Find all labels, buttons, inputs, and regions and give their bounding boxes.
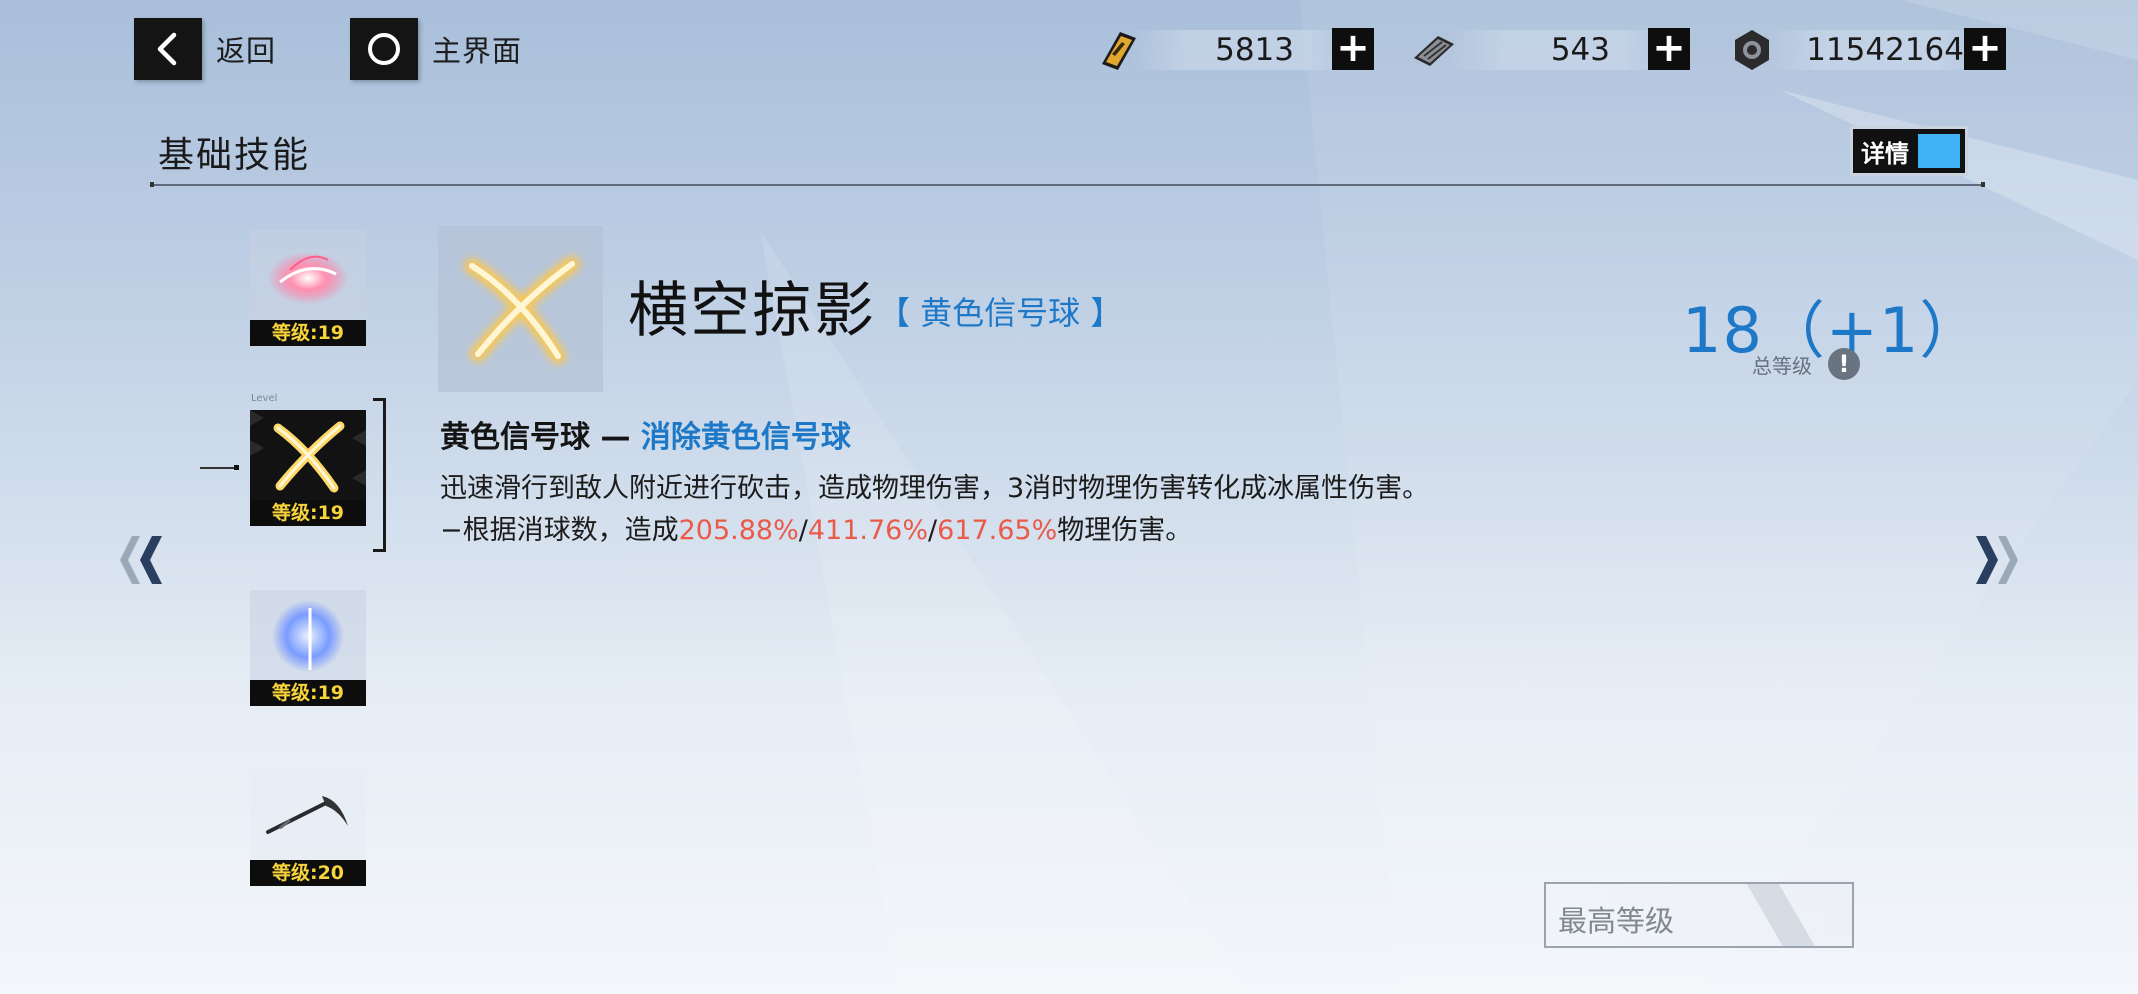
separator: / [798, 515, 808, 546]
skill-slot-4[interactable]: 等级:20 [250, 770, 366, 886]
skill-name: 横空掠影 [628, 276, 876, 346]
selected-skill-icon-frame [438, 226, 603, 392]
scythe-weapon-skill-icon [266, 796, 348, 834]
plus-icon: + [1652, 24, 1686, 71]
skill-level-label: 等级:19 [250, 320, 366, 346]
skill-orb-tag: 【 黄色信号球 】 [878, 294, 1123, 332]
previous-character-button[interactable] [118, 532, 170, 588]
skill-level-label: 等级:20 [250, 860, 366, 886]
section-divider [150, 182, 1985, 187]
max-level-label: 最高等级 [1558, 904, 1675, 938]
button-decoration [1722, 884, 1842, 946]
max-level-button[interactable]: 最高等级 [1544, 882, 1854, 948]
skill-slot-2-selected[interactable]: 等级:19 [250, 410, 366, 526]
damage-value-3: 617.65% [937, 515, 1058, 546]
desc-prefix: −根据消球数，造成 [440, 515, 679, 546]
pink-burst-skill-icon [268, 252, 348, 304]
golden-cross-slash-skill-icon [250, 410, 366, 493]
double-chevron-right-icon [1976, 536, 2018, 584]
skill-slot-1[interactable]: 等级:19 [250, 230, 366, 346]
blue-crescent-skill-icon [272, 600, 344, 672]
skill-description-line-2: −根据消球数，造成205.88%/411.76%/617.65%物理伤害。 [440, 508, 1192, 547]
home-button[interactable]: 主界面 [350, 18, 522, 80]
back-button[interactable]: 返回 [134, 18, 276, 80]
plus-icon: + [1968, 24, 2002, 71]
level-tag: Level [251, 393, 278, 404]
selection-bracket [373, 398, 386, 552]
gear-nut-icon [1735, 30, 1769, 70]
skill-level-label: 等级:19 [250, 680, 366, 706]
damage-value-2: 411.76% [807, 515, 929, 546]
add-gear-button[interactable]: + [1964, 28, 2006, 70]
skill-subtitle: 黄色信号球 — 消除黄色信号球 [440, 412, 851, 456]
add-chip-button[interactable]: + [1648, 28, 1690, 70]
home-label: 主界面 [432, 34, 523, 68]
selected-connector [200, 465, 239, 470]
resource-chip: 543 + [1408, 24, 1698, 76]
stamina-value: 5813 [1215, 32, 1294, 68]
back-label: 返回 [216, 34, 277, 68]
chevron-left-icon [157, 32, 177, 66]
skill-description-line-1: 迅速滑行到敌人附近进行砍击，造成物理伤害，3消时物理伤害转化成冰属性伤害。 [440, 473, 1430, 504]
gear-value: 11542164 [1806, 32, 1964, 68]
resource-stamina: 5813 + [1092, 24, 1382, 76]
resource-gear: 11542164 + [1726, 24, 2006, 76]
stamina-card-icon [1102, 32, 1136, 70]
separator: / [928, 515, 938, 546]
double-chevron-left-icon [120, 536, 162, 584]
next-character-button[interactable] [1968, 532, 2020, 588]
section-title: 基础技能 [158, 135, 311, 176]
chip-card-icon [1414, 36, 1454, 66]
toggle-knob [1918, 134, 1960, 168]
desc-suffix: 物理伤害。 [1057, 515, 1193, 546]
circle-home-icon [368, 33, 400, 65]
skill-level-label: 等级:19 [250, 500, 366, 526]
info-icon[interactable]: ! [1828, 348, 1860, 380]
detail-toggle-label: 详情 [1861, 139, 1909, 168]
total-level-label: 总等级 [1752, 354, 1812, 378]
subtitle-highlight: 消除黄色信号球 [640, 420, 851, 455]
add-stamina-button[interactable]: + [1332, 28, 1374, 70]
skill-slot-3[interactable]: 等级:19 [250, 590, 366, 706]
plus-icon: + [1336, 24, 1370, 71]
subtitle-prefix: 黄色信号球 — [440, 420, 641, 455]
detail-toggle[interactable]: 详情 [1850, 126, 1968, 176]
golden-cross-slash-icon [464, 256, 580, 364]
damage-value-1: 205.88% [678, 515, 799, 546]
chip-value: 543 [1550, 32, 1610, 68]
